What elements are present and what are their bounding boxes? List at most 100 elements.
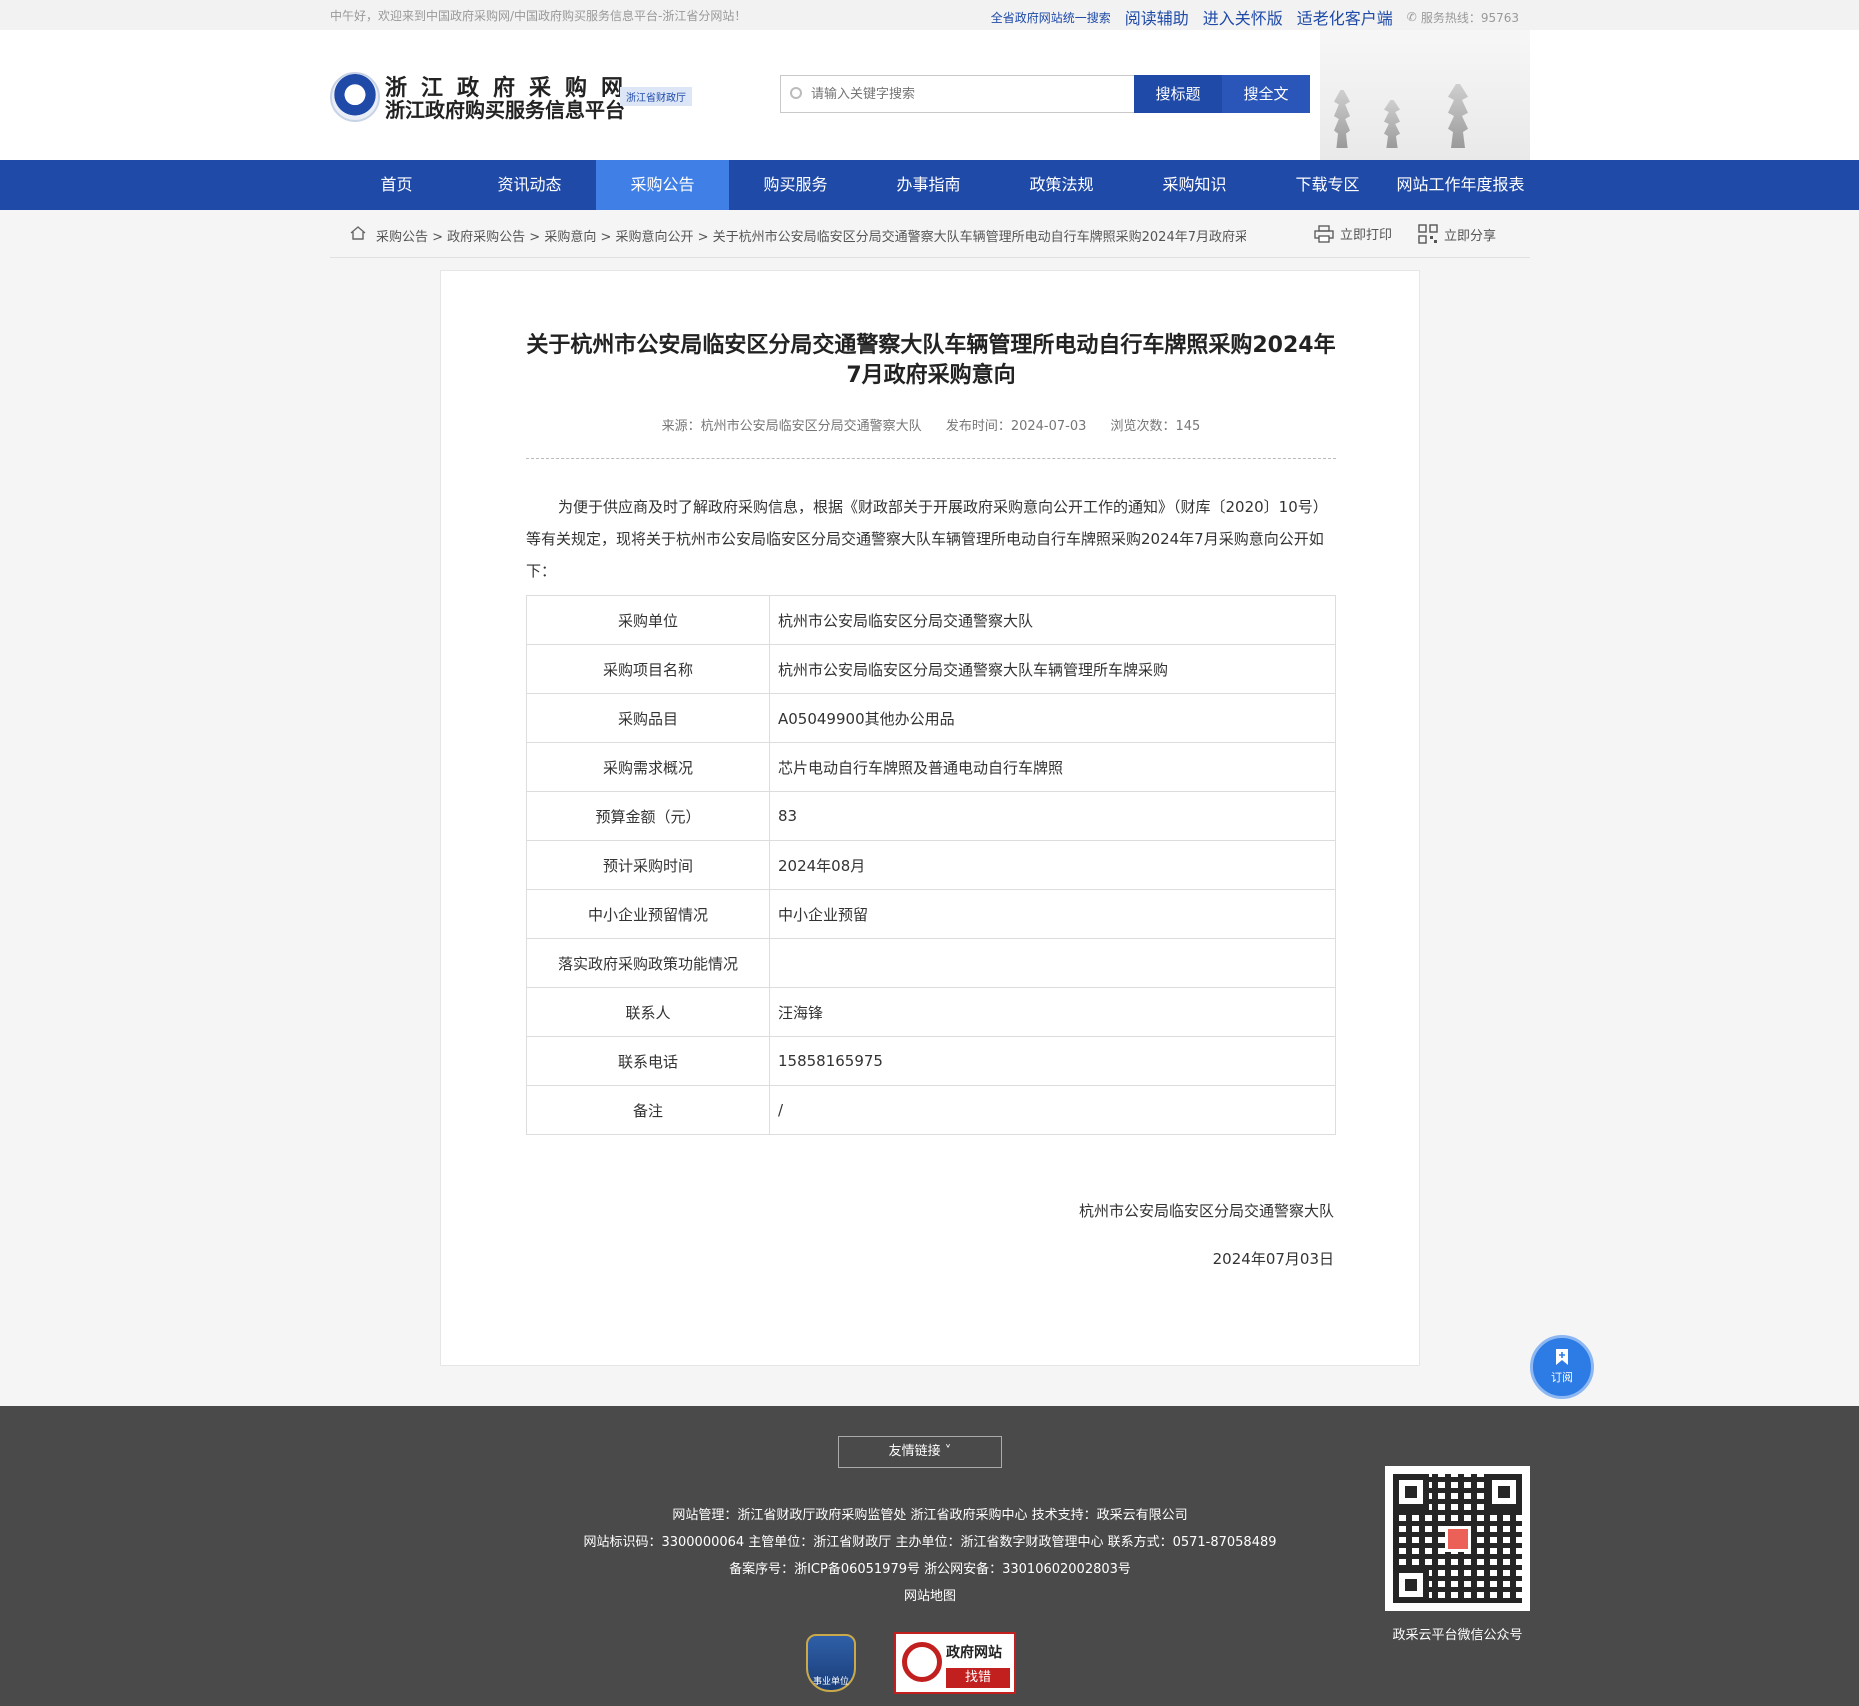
search-box [780, 75, 1135, 113]
magnifier-icon [902, 1642, 942, 1682]
pagoda-icon [1384, 100, 1400, 148]
table-key: 预计采购时间 [526, 840, 770, 890]
site-logo-icon[interactable] [330, 72, 380, 122]
table-value: 中小企业预留 [769, 889, 1336, 939]
table-value: 汪海锋 [769, 987, 1336, 1037]
table-value: / [769, 1085, 1336, 1135]
table-row: 采购单位 杭州市公安局临安区分局交通警察大队 [526, 595, 1336, 645]
table-value [769, 938, 1336, 988]
share-label: 立即分享 [1444, 228, 1497, 244]
table-value: 2024年08月 [769, 840, 1336, 890]
site-search-link[interactable]: 全省政府网站统一搜索 [991, 9, 1111, 26]
table-value: 15858165975 [769, 1036, 1336, 1086]
elder-client-link[interactable]: 适老化客户端 [1297, 5, 1393, 29]
nav-news[interactable]: 资讯动态 [463, 160, 596, 210]
qr-finder [1486, 1474, 1522, 1510]
footer-info: 网站管理：浙江省财政厅政府采购监管处 浙江省政府采购中心 技术支持：政采云有限公… [430, 1502, 1430, 1610]
subscribe-label: 订阅 [1551, 1371, 1573, 1384]
header: 浙江政府采购网 浙江政府购买服务信息平台 浙江省财政厅 搜标题 搜全文 [0, 30, 1859, 160]
institution-badge-label: 事业单位 [812, 1677, 849, 1687]
footer: 友情链接 ˅ 网站管理：浙江省财政厅政府采购监管处 浙江省政府采购中心 技术支持… [0, 1406, 1859, 1706]
share-button[interactable]: 立即分享 [1418, 224, 1496, 244]
friend-links-dropdown[interactable]: 友情链接 ˅ [838, 1436, 1002, 1468]
nav-annual-report[interactable]: 网站工作年度报表 [1394, 160, 1527, 210]
footer-line-site-id: 网站标识码：3300000064 主管单位：浙江省财政厅 主办单位：浙江省数字财… [583, 1535, 1277, 1550]
gov-site-error-badge[interactable]: 政府网站 找错 [894, 1632, 1016, 1694]
care-mode-link[interactable]: 进入关怀版 [1203, 5, 1283, 29]
nav-download[interactable]: 下载专区 [1261, 160, 1394, 210]
article-panel: 关于杭州市公安局临安区分局交通警察大队车辆管理所电动自行车牌照采购2024年7月… [440, 270, 1420, 1366]
logo-tag: 浙江省财政厅 [620, 87, 692, 106]
nav-home[interactable]: 首页 [330, 160, 463, 210]
intent-table: 采购单位 杭州市公安局临安区分局交通警察大队 采购项目名称 杭州市公安局临安区分局交… [526, 595, 1336, 1135]
search-title-button[interactable]: 搜标题 [1134, 75, 1222, 113]
table-key: 采购品目 [526, 693, 770, 743]
table-key: 联系人 [526, 987, 770, 1037]
table-row: 落实政府采购政策功能情况 [526, 938, 1336, 988]
table-key: 落实政府采购政策功能情况 [526, 938, 770, 988]
search-icon [790, 87, 802, 99]
search-fulltext-button[interactable]: 搜全文 [1222, 75, 1310, 113]
footer-line-management: 网站管理：浙江省财政厅政府采购监管处 浙江省政府采购中心 技术支持：政采云有限公… [672, 1508, 1188, 1523]
hotline: ✆ 服务热线：95763 [1407, 9, 1519, 26]
search-input[interactable] [781, 76, 1134, 112]
institution-badge[interactable]: 事业单位 [806, 1634, 856, 1692]
subscribe-button[interactable]: 订阅 [1530, 1335, 1594, 1399]
table-key: 联系电话 [526, 1036, 770, 1086]
printer-icon [1314, 224, 1334, 243]
nav-guide[interactable]: 办事指南 [862, 160, 995, 210]
table-value: 杭州市公安局临安区分局交通警察大队 [769, 595, 1336, 645]
hotline-text: 服务热线：95763 [1420, 10, 1519, 25]
sitemap-link[interactable]: 网站地图 [430, 1583, 1430, 1610]
qr-code-icon [1393, 1474, 1522, 1603]
phone-icon: ✆ [1406, 10, 1417, 24]
article-views: 浏览次数：145 [1110, 419, 1201, 434]
divider [526, 458, 1336, 459]
print-button[interactable]: 立即打印 [1314, 224, 1392, 243]
qr-share-icon [1418, 224, 1438, 244]
greeting-text: 中午好，欢迎来到中国政府采购网/中国政府购买服务信息平台-浙江省分网站！ [330, 9, 747, 23]
nav-procurement-notice[interactable]: 采购公告 [596, 160, 729, 210]
main-nav: 首页 资讯动态 采购公告 购买服务 办事指南 政策法规 采购知识 下载专区 网站… [0, 160, 1859, 210]
table-key: 采购项目名称 [526, 644, 770, 694]
pagoda-icon [1334, 90, 1350, 148]
article-source: 来源：杭州市公安局临安区分局交通警察大队 [661, 419, 922, 434]
table-row: 联系人 汪海锋 [526, 987, 1336, 1037]
nav-purchase-service[interactable]: 购买服务 [729, 160, 862, 210]
qr-label: 政采云平台微信公众号 [1392, 1628, 1523, 1643]
gov-site-label: 政府网站 [946, 1645, 1002, 1661]
table-row: 采购品目 A05049900其他办公用品 [526, 693, 1336, 743]
pagoda-icon [1448, 84, 1468, 148]
article-title: 关于杭州市公安局临安区分局交通警察大队车辆管理所电动自行车牌照采购2024年7月… [526, 333, 1336, 388]
nav-knowledge[interactable]: 采购知识 [1128, 160, 1261, 210]
reading-aid-link[interactable]: 阅读辅助 [1125, 5, 1189, 29]
signature-block: 杭州市公安局临安区分局交通警察大队 2024年07月03日 [1079, 1187, 1334, 1283]
home-icon[interactable] [350, 226, 366, 240]
table-key: 中小企业预留情况 [526, 889, 770, 939]
footer-line-record[interactable]: 备案序号：浙ICP备06051979号 浙公网安备：33010602002803… [430, 1556, 1430, 1583]
article-intro: 为便于供应商及时了解政府采购信息，根据《财政部关于开展政府采购意向公开工作的通知… [526, 498, 1328, 580]
bookmark-icon [1556, 1349, 1568, 1365]
table-key: 预算金额（元） [526, 791, 770, 841]
qr-center-logo-icon [1445, 1526, 1471, 1552]
breadcrumb-path[interactable]: 采购公告 > 政府采购公告 > 采购意向 > 采购意向公开 > 关于杭州市公安局… [376, 226, 1246, 245]
table-value: 芯片电动自行车牌照及普通电动自行车牌照 [769, 742, 1336, 792]
article-publish-time: 发布时间：2024-07-03 [945, 419, 1087, 434]
top-bar: 中午好，欢迎来到中国政府采购网/中国政府购买服务信息平台-浙江省分网站！ 全省政… [0, 0, 1859, 30]
table-row: 联系电话 15858165975 [526, 1036, 1336, 1086]
table-key: 采购需求概况 [526, 742, 770, 792]
top-links: 全省政府网站统一搜索 阅读辅助 进入关怀版 适老化客户端 ✆ 服务热线：9576… [991, 5, 1519, 29]
table-row: 采购项目名称 杭州市公安局临安区分局交通警察大队车辆管理所车牌采购 [526, 644, 1336, 694]
table-row: 预算金额（元） 83 [526, 791, 1336, 841]
table-value: 83 [769, 791, 1336, 841]
table-key: 备注 [526, 1085, 770, 1135]
qr-finder [1393, 1567, 1429, 1603]
table-row: 备注 / [526, 1085, 1336, 1135]
print-label: 立即打印 [1340, 228, 1393, 243]
logo-subtitle[interactable]: 浙江政府购买服务信息平台 [385, 94, 625, 123]
qr-finder [1393, 1474, 1429, 1510]
table-key: 采购单位 [526, 595, 770, 645]
article-meta: 来源：杭州市公安局临安区分局交通警察大队 发布时间：2024-07-03 浏览次… [441, 415, 1421, 434]
nav-policy[interactable]: 政策法规 [995, 160, 1128, 210]
table-row: 中小企业预留情况 中小企业预留 [526, 889, 1336, 939]
